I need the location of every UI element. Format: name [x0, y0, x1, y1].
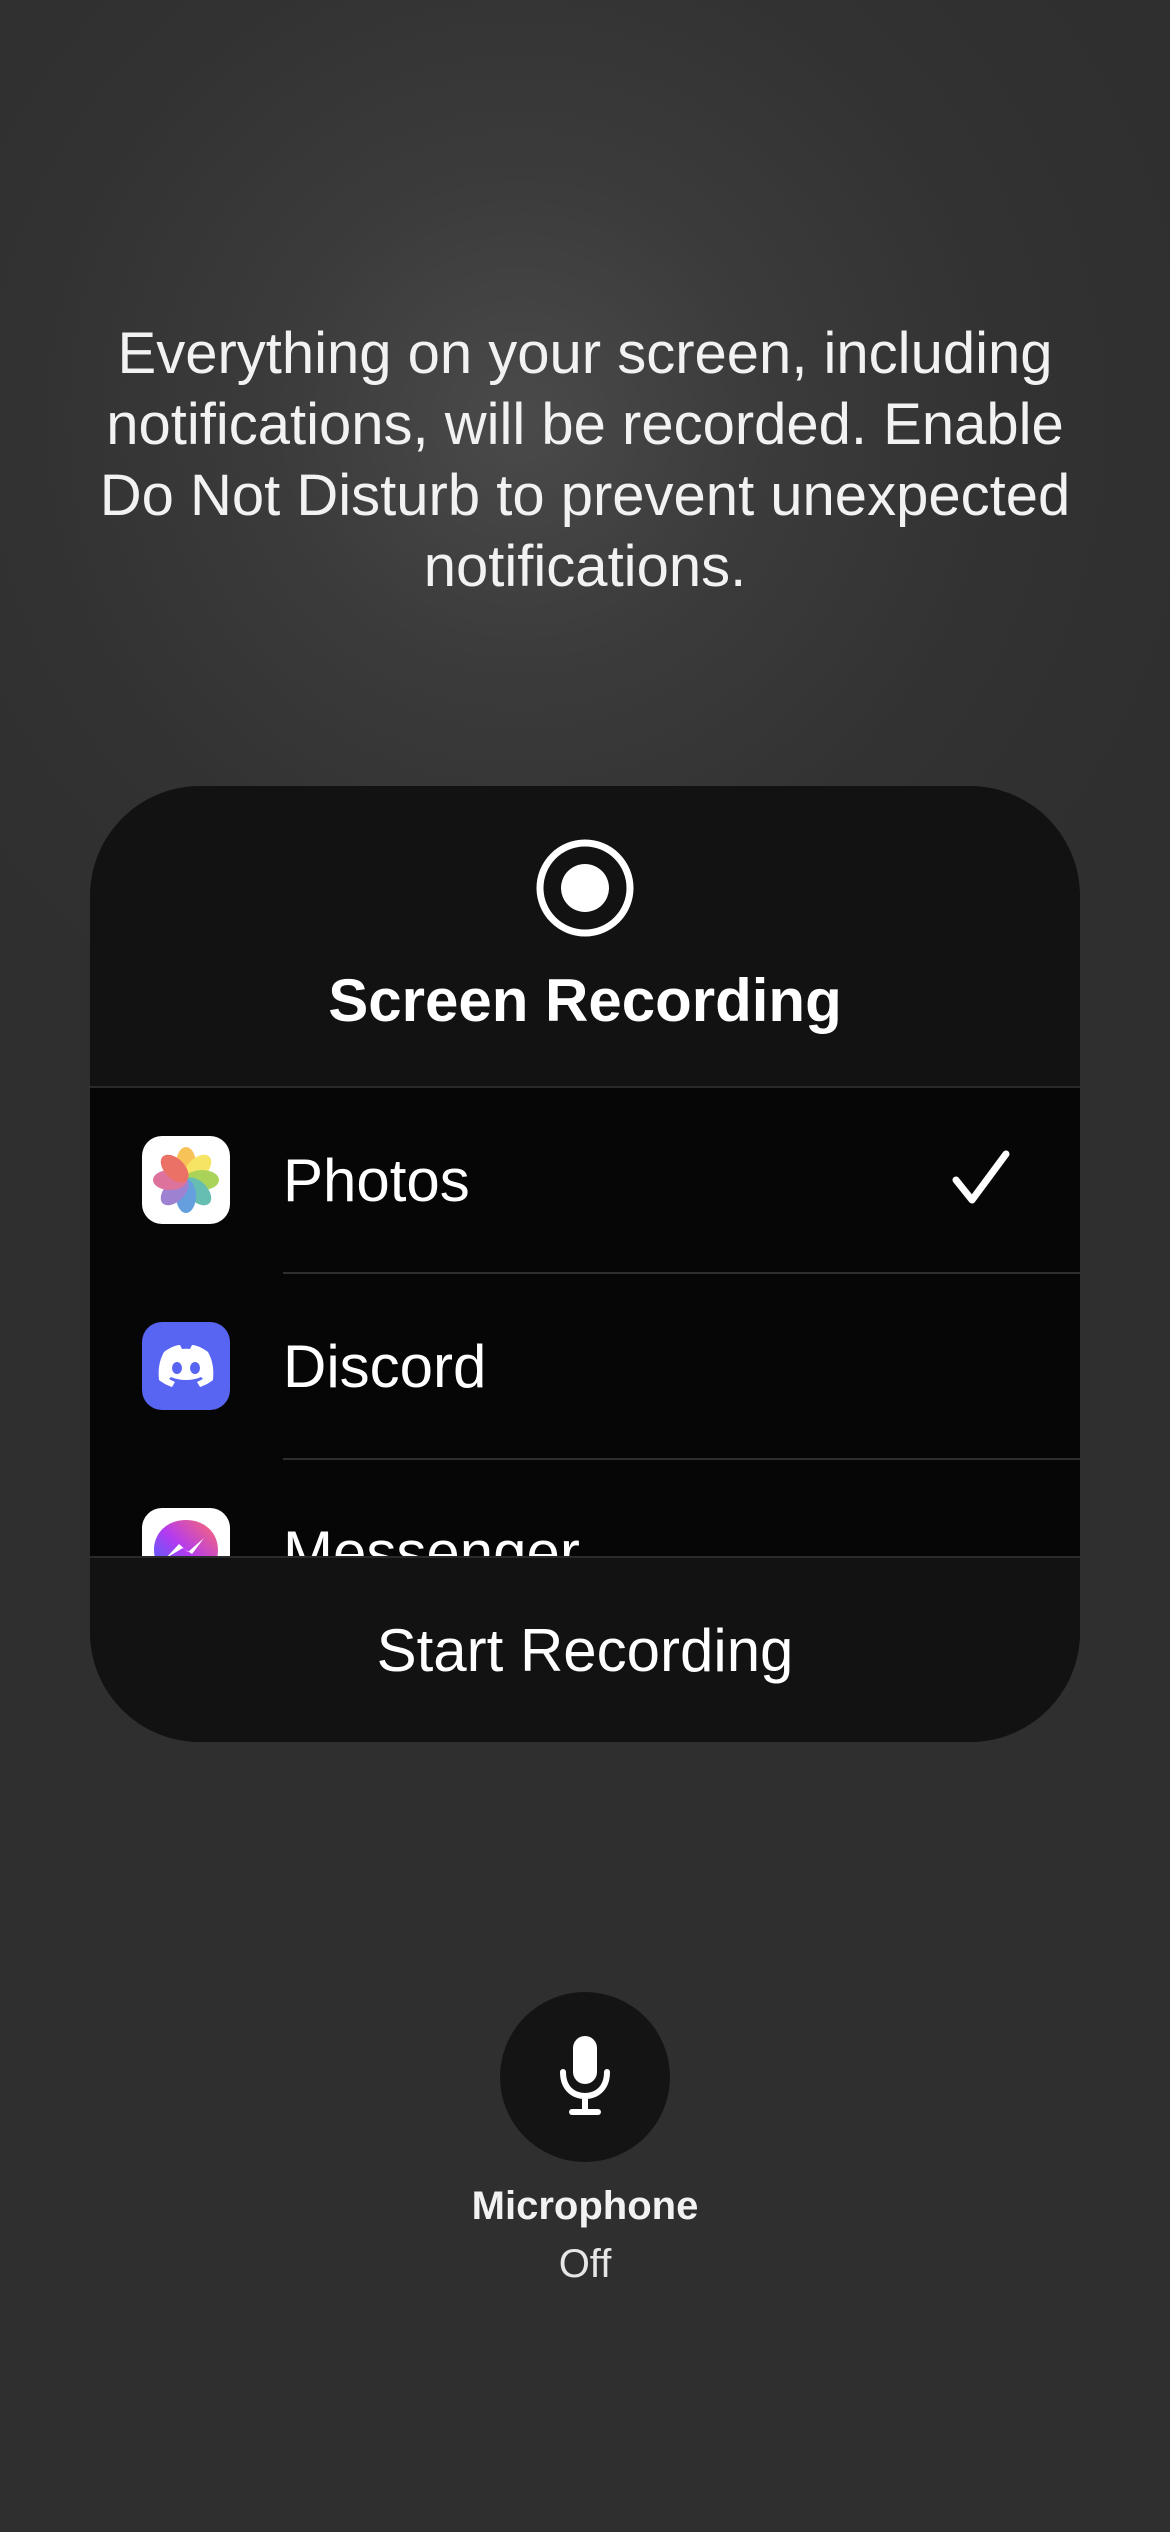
checkmark-icon	[952, 1150, 1010, 1204]
discord-app-icon	[142, 1322, 230, 1410]
record-icon	[536, 839, 634, 937]
photos-app-icon	[142, 1136, 230, 1224]
microphone-icon	[560, 2036, 610, 2115]
microphone-label: Microphone	[471, 2184, 699, 2228]
list-item-label: Messenger	[283, 1519, 580, 1556]
messenger-app-icon	[142, 1508, 230, 1556]
start-recording-button[interactable]: Start Recording	[90, 1616, 1080, 1686]
list-item-label: Photos	[283, 1147, 470, 1214]
screen-recording-panel: Screen Recording Photos Discord Messenge…	[90, 786, 1080, 1742]
list-item-photos[interactable]: Photos	[90, 1088, 1080, 1274]
panel-header: Screen Recording	[90, 786, 1080, 1086]
list-item-messenger[interactable]: Messenger	[90, 1460, 1080, 1556]
start-recording-area: Start Recording	[90, 1556, 1080, 1742]
microphone-status: Off	[558, 2242, 612, 2286]
microphone-toggle[interactable]	[500, 1992, 670, 2162]
list-item-label: Discord	[283, 1333, 487, 1400]
app-list[interactable]: Photos Discord Messenger	[90, 1086, 1080, 1556]
info-text: Everything on your screen, including not…	[99, 321, 1071, 599]
panel-title: Screen Recording	[328, 967, 842, 1034]
list-item-discord[interactable]: Discord	[90, 1274, 1080, 1460]
